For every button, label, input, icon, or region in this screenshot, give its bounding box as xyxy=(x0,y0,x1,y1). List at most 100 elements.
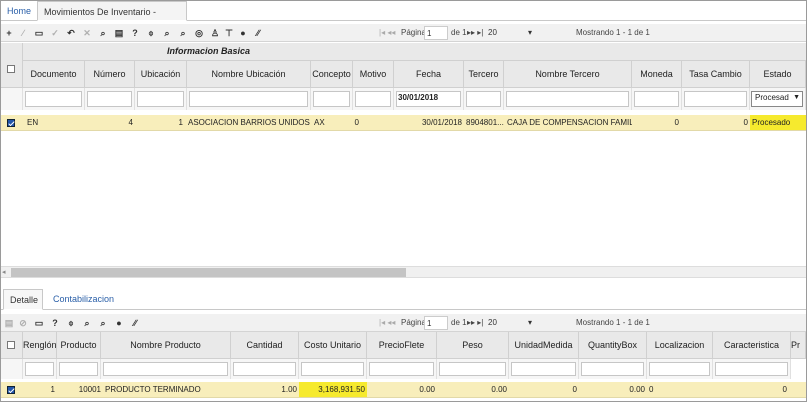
tab-contabilizacion[interactable]: Contabilizacion xyxy=(47,289,120,310)
table-row[interactable]: EN 4 1 ASOCIACION BARRIOS UNIDOS D... AX… xyxy=(1,115,806,131)
rows-per-page-select[interactable]: 20 ▾ xyxy=(488,316,536,330)
resize-icon[interactable]: ∕∕ xyxy=(252,26,264,40)
filter-documento[interactable] xyxy=(25,91,82,107)
filter-nombre-ubicacion[interactable] xyxy=(189,91,308,107)
delete-icon[interactable]: ✕ xyxy=(81,26,93,40)
col-fecha[interactable]: Fecha xyxy=(394,61,464,88)
filter-tasa-cambio[interactable] xyxy=(684,91,747,107)
filter-estado-select[interactable]: Procesad ▼ xyxy=(751,91,803,107)
filter-unidad-medida[interactable] xyxy=(511,362,576,376)
filter-cantidad[interactable] xyxy=(233,362,296,376)
col-renglon[interactable]: Renglón xyxy=(23,332,57,359)
record-icon[interactable]: ● xyxy=(113,316,125,330)
col-unidad-medida[interactable]: UnidadMedida xyxy=(509,332,579,359)
col-estado[interactable]: Estado xyxy=(750,61,806,88)
find-icon[interactable]: ⌕ xyxy=(161,26,173,40)
filter-motivo[interactable] xyxy=(355,91,391,107)
showing-text: Mostrando 1 - 1 de 1 xyxy=(576,28,650,37)
search-icon[interactable]: ⌕ xyxy=(97,26,109,40)
search-icon[interactable]: ⌕ xyxy=(81,316,93,330)
first-page-icon[interactable]: |◂ ◂◂ xyxy=(379,314,395,332)
user-icon[interactable]: ♙ xyxy=(209,26,221,40)
page-input[interactable]: 1 xyxy=(424,26,448,40)
help-icon[interactable]: ? xyxy=(129,26,141,40)
record-icon[interactable]: ● xyxy=(237,26,249,40)
print-icon[interactable]: ▤ xyxy=(113,26,125,40)
resize-icon[interactable]: ∕∕ xyxy=(129,316,141,330)
save-icon[interactable]: ▤ xyxy=(3,316,15,330)
refresh-icon[interactable]: ⌽ xyxy=(145,26,157,40)
filter-fecha[interactable]: 30/01/2018 xyxy=(396,91,461,107)
col-nombre-ubicacion[interactable]: Nombre Ubicación xyxy=(187,61,311,88)
filter-nombre-producto[interactable] xyxy=(103,362,228,376)
col-precio-flete[interactable]: PrecioFlete xyxy=(367,332,437,359)
view-icon[interactable]: ▭ xyxy=(33,26,45,40)
row-checkbox[interactable] xyxy=(7,119,15,127)
next-page-icon[interactable]: ▸▸ ▸| xyxy=(467,24,483,42)
refresh-icon[interactable]: ⌽ xyxy=(65,316,77,330)
tab-detalle[interactable]: Detalle xyxy=(3,289,43,310)
filter-caracteristica[interactable] xyxy=(715,362,788,376)
filter-localizacion-cell xyxy=(647,359,713,379)
col-cantidad[interactable]: Cantidad xyxy=(231,332,299,359)
filter-icon[interactable]: ⌕ xyxy=(177,26,189,40)
col-quantity-box[interactable]: QuantityBox xyxy=(579,332,647,359)
table-row[interactable]: 1 10001 PRODUCTO TERMINADO 1.00 3,168,93… xyxy=(1,382,806,398)
scroll-thumb[interactable] xyxy=(11,268,406,277)
col-peso[interactable]: Peso xyxy=(437,332,509,359)
rows-per-page-select[interactable]: 20 ▾ xyxy=(488,26,536,40)
next-page-icon[interactable]: ▸▸ ▸| xyxy=(467,314,483,332)
scroll-left-icon[interactable]: ◂ xyxy=(2,268,6,276)
col-ubicacion[interactable]: Ubicación xyxy=(135,61,187,88)
pin-icon[interactable]: ⊤ xyxy=(223,26,235,40)
horizontal-scrollbar[interactable]: ◂ xyxy=(1,266,806,278)
col-pr[interactable]: Pr xyxy=(791,332,806,359)
filter-peso[interactable] xyxy=(439,362,506,376)
add-icon[interactable]: + xyxy=(3,26,15,40)
rows-per-page-value: 20 xyxy=(488,318,497,327)
col-documento[interactable]: Documento xyxy=(23,61,85,88)
filter-moneda[interactable] xyxy=(634,91,679,107)
select-all-checkbox[interactable] xyxy=(7,65,15,73)
filter-precio-flete[interactable] xyxy=(369,362,434,376)
tab-movimientos[interactable]: Movimientos De Inventario -[imov]× xyxy=(37,1,187,37)
filter-producto[interactable] xyxy=(59,362,98,376)
view-icon[interactable]: ▭ xyxy=(33,316,45,330)
filter-nombre-tercero[interactable] xyxy=(506,91,629,107)
col-localizacion[interactable]: Localizacion xyxy=(647,332,713,359)
col-tercero[interactable]: Tercero xyxy=(464,61,504,88)
filter-tercero[interactable] xyxy=(466,91,501,107)
edit-icon[interactable]: ∕ xyxy=(17,26,29,40)
help-icon[interactable]: ? xyxy=(49,316,61,330)
col-caracteristica[interactable]: Caracteristica xyxy=(713,332,791,359)
filter-localizacion[interactable] xyxy=(649,362,710,376)
filter-costo-unitario[interactable] xyxy=(301,362,364,376)
filter-icon[interactable]: ⌕ xyxy=(97,316,109,330)
select-all-checkbox[interactable] xyxy=(7,341,15,349)
filter-ubicacion[interactable] xyxy=(137,91,184,107)
filter-concepto[interactable] xyxy=(313,91,350,107)
undo-icon[interactable]: ↶ xyxy=(65,26,77,40)
col-costo-unitario[interactable]: Costo Unitario xyxy=(299,332,367,359)
chevron-down-icon: ▾ xyxy=(528,318,533,327)
tab-bar: Home Movimientos De Inventario -[imov]× xyxy=(1,1,806,37)
col-numero[interactable]: Número xyxy=(85,61,135,88)
cancel-icon[interactable]: ⊘ xyxy=(17,316,29,330)
col-nombre-producto[interactable]: Nombre Producto xyxy=(101,332,231,359)
col-tasa-cambio[interactable]: Tasa Cambio xyxy=(682,61,750,88)
filter-quantity-box[interactable] xyxy=(581,362,644,376)
col-nombre-tercero[interactable]: Nombre Tercero xyxy=(504,61,632,88)
col-concepto[interactable]: Concepto xyxy=(311,61,353,88)
detail-toolbar: ▤ ⊘ ▭ ? ⌽ ⌕ ⌕ ● ∕∕ |◂ ◂◂ Página 1 de 1 ▸… xyxy=(1,314,806,332)
filter-renglon[interactable] xyxy=(25,362,54,376)
first-page-icon[interactable]: |◂ ◂◂ xyxy=(379,24,395,42)
col-producto[interactable]: Producto xyxy=(57,332,101,359)
col-motivo[interactable]: Motivo xyxy=(353,61,394,88)
page-input[interactable]: 1 xyxy=(424,316,448,330)
filter-numero[interactable] xyxy=(87,91,132,107)
row-checkbox[interactable] xyxy=(7,386,15,394)
target-icon[interactable]: ◎ xyxy=(193,26,205,40)
col-moneda[interactable]: Moneda xyxy=(632,61,682,88)
tab-home[interactable]: Home xyxy=(1,1,35,21)
check-icon[interactable]: ✓ xyxy=(49,26,61,40)
